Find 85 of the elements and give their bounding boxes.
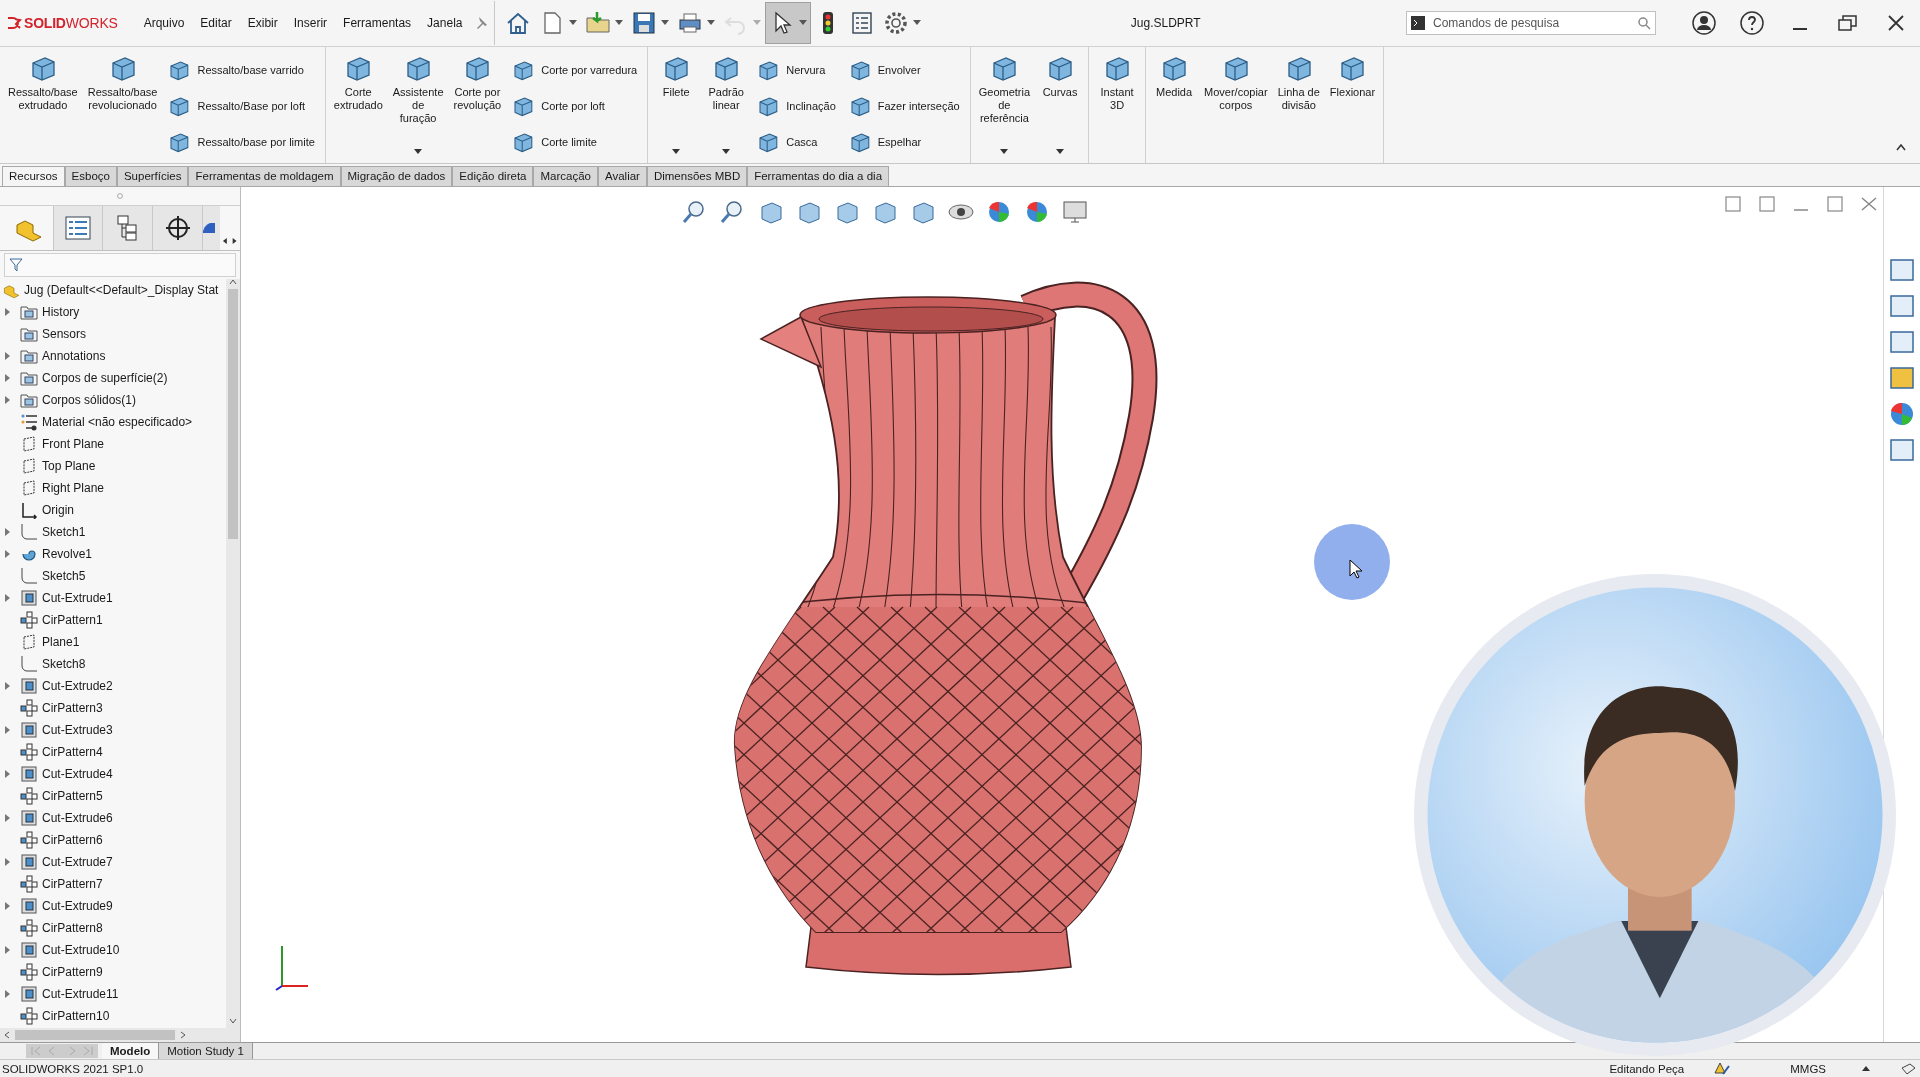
ribbon-tab[interactable]: Dimensões MBD — [646, 166, 748, 186]
tree-item[interactable]: CirPattern3 — [0, 697, 226, 719]
ribbon-tab[interactable]: Ferramentas do dia a dia — [747, 166, 890, 186]
tree-item[interactable]: Material <não especificado> — [0, 411, 226, 433]
bottom-tab[interactable]: Motion Study 1 — [159, 1043, 253, 1059]
units-text[interactable]: MMGS — [1790, 1062, 1826, 1075]
ribbon-tab[interactable]: Recursos — [2, 166, 65, 186]
ribbon-button[interactable]: Corte por revolução — [449, 51, 506, 163]
menu-item[interactable]: Janela — [419, 16, 471, 30]
ribbon-button[interactable]: Casca — [756, 127, 836, 157]
tree-item[interactable]: Sketch1 — [0, 521, 226, 543]
ribbon-button[interactable]: Ressalto/base revolucionado — [83, 51, 162, 163]
ribbon-button[interactable]: Corte por varredura — [511, 55, 638, 85]
ribbon-button[interactable]: Corte por loft — [511, 91, 638, 121]
mode-text: Editando Peça — [1609, 1062, 1685, 1075]
ribbon-button[interactable]: Fazer interseção — [847, 91, 960, 121]
app-logo: SOLIDWORKS — [24, 15, 118, 31]
tree-item[interactable]: Cut-Extrude7 — [0, 851, 226, 873]
tree-item[interactable]: Origin — [0, 499, 226, 521]
tree-item[interactable]: Sketch8 — [0, 653, 226, 675]
search-bar[interactable]: Comandos de pesquisa — [1406, 11, 1656, 35]
ribbon-button[interactable]: Espelhar — [847, 127, 960, 157]
version-text: SOLIDWORKS 2021 SP1.0 — [2, 1062, 144, 1075]
window-title: Jug.SLDPRT — [1130, 16, 1201, 30]
tree-item[interactable]: CirPattern1 — [0, 609, 226, 631]
ribbon-tab[interactable]: Avaliar — [597, 166, 647, 186]
ribbon-tab[interactable]: Migração de dados — [340, 166, 453, 186]
ribbon-button[interactable]: Geometria de referência — [974, 51, 1035, 163]
menu-item[interactable]: Inserir — [285, 16, 336, 30]
tree-item[interactable]: Sensors — [0, 323, 226, 345]
ribbon-tab[interactable]: Superfícies — [116, 166, 189, 186]
search-field[interactable]: Comandos de pesquisa — [1431, 15, 1631, 31]
tree-item[interactable]: CirPattern4 — [0, 741, 226, 763]
ribbon-tab[interactable]: Ferramentas de moldagem — [188, 166, 341, 186]
tree-item[interactable]: Corpos de superfície(2) — [0, 367, 226, 389]
tree-item[interactable]: Right Plane — [0, 477, 226, 499]
bottom-tab[interactable]: Modelo — [102, 1043, 160, 1059]
ribbon-button[interactable]: Mover/copiar corpos — [1200, 51, 1272, 163]
ribbon-button[interactable]: Medida — [1150, 51, 1199, 163]
tree-item[interactable]: Cut-Extrude9 — [0, 895, 226, 917]
ribbon-button[interactable]: Instant 3D — [1093, 51, 1142, 163]
tree-item[interactable]: Cut-Extrude4 — [0, 763, 226, 785]
tree-item[interactable]: CirPattern5 — [0, 785, 226, 807]
ribbon-button[interactable]: Assistente de furação — [388, 51, 448, 163]
menu-item[interactable]: Arquivo — [135, 16, 193, 30]
tree-item[interactable]: Cut-Extrude11 — [0, 983, 226, 1005]
tree-item[interactable]: CirPattern10 — [0, 1005, 226, 1027]
tree-item[interactable]: Top Plane — [0, 455, 226, 477]
tree-item[interactable]: Jug (Default<<Default>_Display Stat — [0, 279, 226, 301]
ribbon-button[interactable]: Corte limite — [511, 127, 638, 157]
ribbon-button[interactable]: Nervura — [756, 55, 836, 85]
ribbon-button[interactable]: Ressalto/base varrido — [167, 55, 315, 85]
ribbon-button[interactable]: Padrão linear — [702, 51, 751, 163]
ribbon-button[interactable]: Corte extrudado — [329, 51, 387, 163]
ribbon-tab[interactable]: Marcação — [533, 166, 598, 186]
tree-item[interactable]: CirPattern6 — [0, 829, 226, 851]
menu-item[interactable]: Exibir — [239, 16, 286, 30]
tree-item[interactable]: CirPattern9 — [0, 961, 226, 983]
menu-item[interactable]: Ferramentas — [335, 16, 420, 30]
menu-item[interactable]: Editar — [192, 16, 240, 30]
ribbon-tab[interactable]: Esboço — [64, 166, 117, 186]
tree-item[interactable]: Cut-Extrude3 — [0, 719, 226, 741]
tree-item[interactable]: CirPattern8 — [0, 917, 226, 939]
ribbon-button[interactable]: Inclinação — [756, 91, 836, 121]
ribbon-button[interactable]: Ressalto/base extrudado — [4, 51, 82, 163]
tree-item[interactable]: Cut-Extrude10 — [0, 939, 226, 961]
ribbon-button[interactable]: Filete — [652, 51, 701, 163]
tree-item[interactable]: Sketch5 — [0, 565, 226, 587]
tree-item[interactable]: Front Plane — [0, 433, 226, 455]
tree-item[interactable]: Annotations — [0, 345, 226, 367]
tree-item[interactable]: Plane1 — [0, 631, 226, 653]
tree-item[interactable]: Cut-Extrude2 — [0, 675, 226, 697]
ribbon-button[interactable]: Curvas — [1036, 51, 1085, 163]
ribbon-button[interactable]: Linha de divisão — [1273, 51, 1324, 163]
tree-item[interactable]: CirPattern7 — [0, 873, 226, 895]
ribbon-tab[interactable]: Edição direta — [452, 166, 534, 186]
tree-item[interactable]: Corpos sólidos(1) — [0, 389, 226, 411]
ribbon-button[interactable]: Ressalto/base por limite — [167, 127, 315, 157]
ribbon-button[interactable]: Envolver — [847, 55, 960, 85]
tree-item[interactable]: Cut-Extrude1 — [0, 587, 226, 609]
ribbon-button[interactable]: Flexionar — [1325, 51, 1380, 163]
ribbon-button[interactable]: Ressalto/Base por loft — [167, 91, 315, 121]
tree-item[interactable]: History — [0, 301, 226, 323]
tree-item[interactable]: Cut-Extrude6 — [0, 807, 226, 829]
tree-item[interactable]: Revolve1 — [0, 543, 226, 565]
